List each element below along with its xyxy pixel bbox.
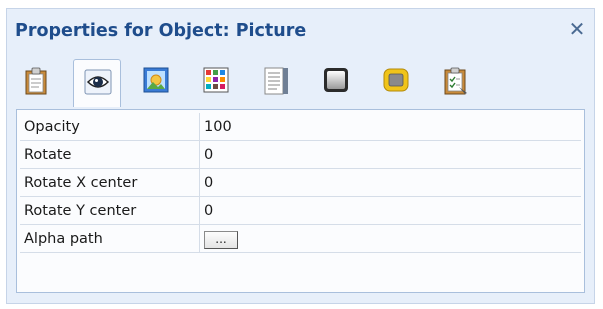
tab-fill[interactable] xyxy=(373,59,421,101)
gradient-box-icon xyxy=(324,68,348,92)
property-name: Rotate xyxy=(20,140,200,169)
tab-picture[interactable] xyxy=(133,59,181,101)
yellow-box-icon xyxy=(383,68,409,92)
property-name: Rotate Y center xyxy=(20,196,200,225)
title-bar: Properties for Object: Picture ✕ xyxy=(7,9,594,53)
table-row: Rotate X center 0 xyxy=(20,168,581,197)
tab-colors[interactable] xyxy=(193,59,241,101)
property-grid: Opacity 100 Rotate 0 Rotate X center 0 R… xyxy=(16,109,585,293)
browse-button[interactable]: ... xyxy=(204,230,238,249)
picture-icon xyxy=(143,67,169,93)
close-icon[interactable]: ✕ xyxy=(566,17,588,41)
tab-checklist[interactable] xyxy=(433,59,481,101)
property-name: Alpha path xyxy=(20,224,200,253)
clipboard-icon xyxy=(25,67,47,95)
panel-title: Properties for Object: Picture xyxy=(15,21,307,41)
properties-panel: Properties for Object: Picture ✕ Opacity… xyxy=(6,8,595,304)
property-value-rotate[interactable]: 0 xyxy=(199,140,581,169)
property-name: Opacity xyxy=(20,113,200,141)
tab-text[interactable] xyxy=(253,59,301,101)
property-value-alpha-path: ... xyxy=(199,224,581,253)
table-row: Alpha path ... xyxy=(20,224,581,253)
tab-border[interactable] xyxy=(313,59,361,101)
checklist-icon xyxy=(444,67,467,95)
property-value-rotate-y-center[interactable]: 0 xyxy=(199,196,581,225)
text-panel-icon xyxy=(264,67,288,95)
table-row-empty xyxy=(20,253,581,281)
table-row: Rotate Y center 0 xyxy=(20,196,581,225)
tab-clipboard[interactable] xyxy=(13,59,61,101)
tab-visibility[interactable] xyxy=(73,59,121,107)
property-value-rotate-x-center[interactable]: 0 xyxy=(199,168,581,197)
property-value-opacity[interactable]: 100 xyxy=(199,113,581,141)
table-row: Rotate 0 xyxy=(20,140,581,169)
property-tabs xyxy=(7,53,594,107)
table-row: Opacity 100 xyxy=(20,113,581,141)
color-grid-icon xyxy=(203,67,229,93)
property-name: Rotate X center xyxy=(20,168,200,197)
eye-icon xyxy=(84,69,112,95)
